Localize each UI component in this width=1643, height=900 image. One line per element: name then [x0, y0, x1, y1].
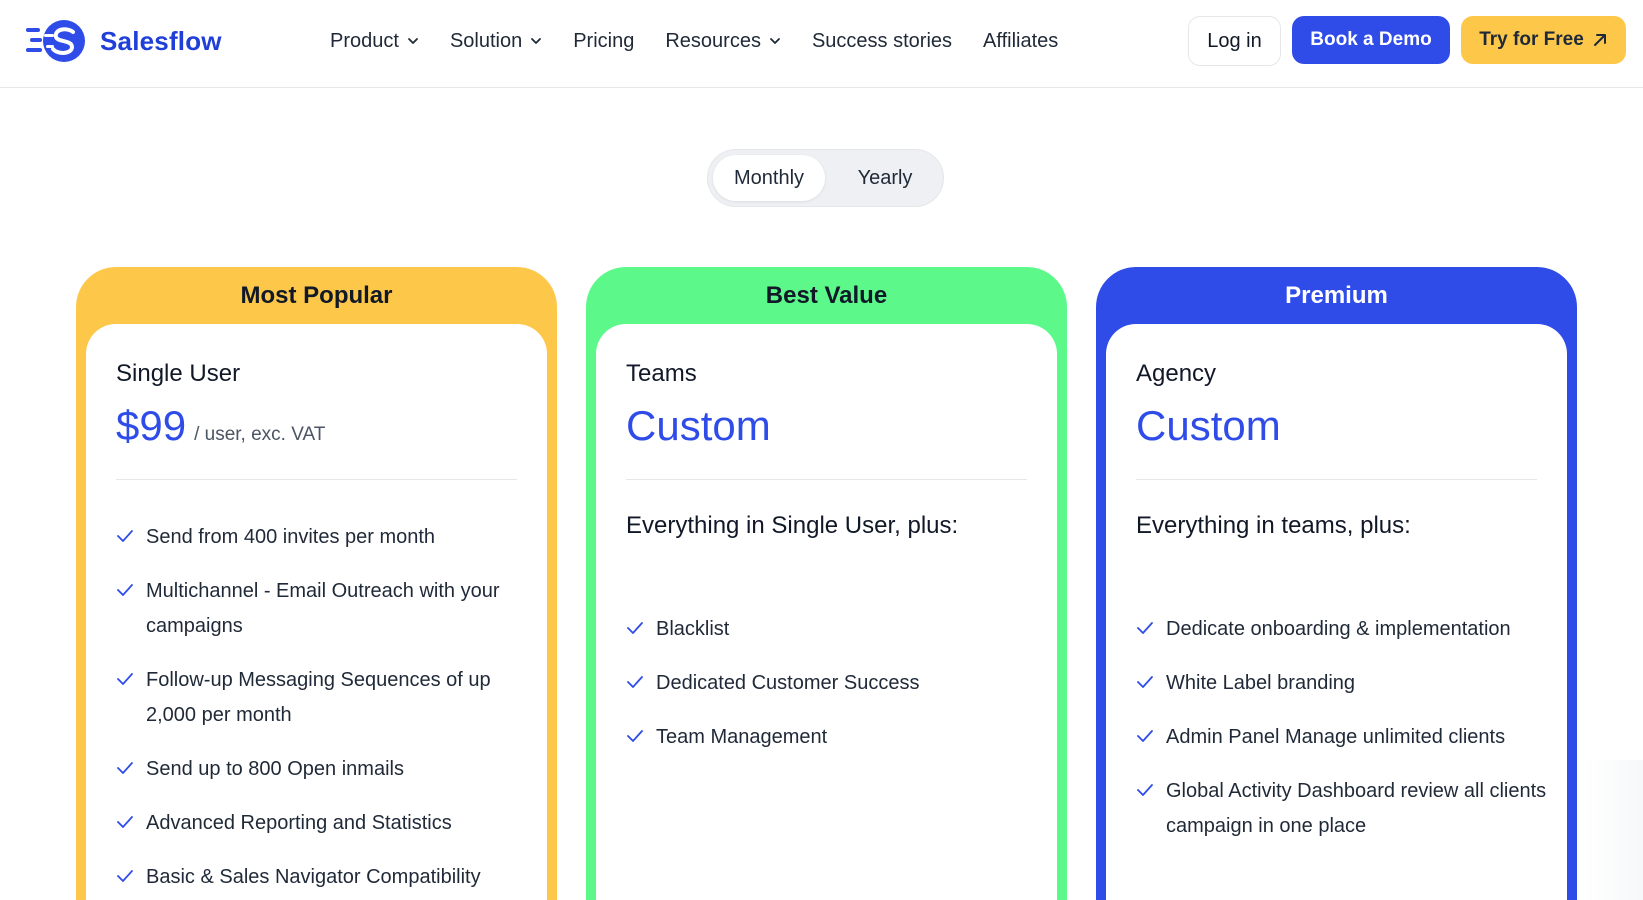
billing-option-monthly[interactable]: Monthly: [713, 155, 825, 201]
chevron-down-icon: [770, 38, 780, 44]
check-icon: [627, 622, 643, 634]
feature-item: Send from 400 invites per month: [116, 520, 527, 555]
plan-card-teams: Best Value Teams Custom Everything in Si…: [586, 267, 1067, 900]
feature-text: Send from 400 invites per month: [146, 526, 436, 548]
nav-item-label: Solution: [449, 29, 523, 52]
feature-item: White Label branding: [1136, 666, 1547, 701]
site-header: Salesflow Product Solution Pricing Resou…: [0, 0, 1643, 88]
plan-banner: Best Value: [765, 282, 888, 309]
feature-item: Admin Panel Manage unlimited clients: [1136, 720, 1547, 755]
check-icon: [1137, 676, 1153, 688]
price-note: / user, exc. VAT: [194, 424, 326, 445]
plan-name: Teams: [626, 360, 697, 387]
nav-item-success-stories[interactable]: Success stories: [812, 30, 952, 53]
feature-text: Basic & Sales Navigator Compatibility: [146, 866, 481, 888]
nav-item-product[interactable]: Product: [330, 30, 419, 53]
plan-card-body: Teams Custom Everything in Single User, …: [596, 324, 1057, 900]
feature-text: Send up to 800 Open inmails: [146, 758, 404, 780]
feature-item: Multichannel - Email Outreach with your …: [116, 574, 527, 644]
feature-item: Follow-up Messaging Sequences of up 2,00…: [116, 663, 527, 733]
scroll-edge-fade: [1583, 760, 1643, 900]
nav-item-label: Success stories: [811, 29, 953, 52]
try-free-button[interactable]: Try for Free: [1461, 16, 1626, 64]
nav-item-label: Affiliates: [983, 29, 1059, 52]
plan-card-agency: Premium Agency Custom Everything in team…: [1096, 267, 1577, 900]
check-icon: [1137, 622, 1153, 634]
check-icon: [117, 870, 133, 882]
feature-text: Advanced Reporting and Statistics: [146, 812, 452, 834]
plan-card-body: Single User $99 / user, exc. VAT Send fr…: [86, 324, 547, 900]
check-icon: [1137, 730, 1153, 742]
book-demo-button[interactable]: Book a Demo: [1292, 16, 1450, 64]
feature-text: Admin Panel Manage unlimited clients: [1166, 726, 1506, 748]
price-value: Custom: [1136, 402, 1281, 449]
feature-list: Dedicate onboarding & implementation Whi…: [1136, 612, 1547, 863]
feature-text: Dedicate onboarding & implementation: [1166, 618, 1511, 640]
feature-text: Multichannel - Email Outreach with your …: [146, 580, 500, 637]
feature-item: Send up to 800 Open inmails: [116, 752, 527, 787]
login-button[interactable]: Log in: [1188, 16, 1281, 66]
check-icon: [117, 584, 133, 596]
plan-banner: Most Popular: [240, 282, 393, 309]
plan-price: Custom: [1136, 402, 1281, 450]
check-icon: [627, 730, 643, 742]
plan-name: Single User: [116, 360, 241, 387]
check-icon: [117, 816, 133, 828]
divider: [116, 479, 517, 480]
check-icon: [117, 530, 133, 542]
nav-item-resources[interactable]: Resources: [665, 30, 781, 53]
plan-price: Custom: [626, 402, 771, 450]
feature-item: Advanced Reporting and Statistics: [116, 806, 527, 841]
feature-text: Dedicated Customer Success: [656, 672, 920, 694]
arrow-up-right-icon: [1593, 34, 1606, 46]
feature-text: White Label branding: [1166, 672, 1356, 694]
plan-banner: Premium: [1285, 282, 1388, 309]
feature-text: Team Management: [656, 726, 828, 748]
check-icon: [627, 676, 643, 688]
feature-item: Dedicated Customer Success: [626, 666, 1037, 701]
check-icon: [117, 673, 133, 685]
nav-item-label: Resources: [665, 29, 761, 52]
feature-text: Blacklist: [656, 618, 730, 640]
check-icon: [117, 762, 133, 774]
billing-option-yearly[interactable]: Yearly: [830, 155, 940, 201]
nav-item-solution[interactable]: Solution: [450, 30, 542, 53]
everything-plus-heading: Everything in Single User, plus:: [626, 512, 959, 539]
chevron-down-icon: [408, 38, 418, 44]
feature-item: Dedicate onboarding & implementation: [1136, 612, 1547, 647]
feature-item: Team Management: [626, 720, 1037, 755]
brand-name: Salesflow: [100, 25, 222, 56]
feature-text: Global Activity Dashboard review all cli…: [1166, 780, 1547, 837]
plan-card-body: Agency Custom Everything in teams, plus:…: [1106, 324, 1567, 900]
price-value: $99: [116, 402, 187, 449]
nav-item-label: Product: [330, 29, 399, 52]
brand-logo[interactable]: Salesflow: [26, 18, 222, 64]
try-free-label: Try for Free: [1479, 29, 1584, 50]
logo-mark-icon: [26, 20, 85, 62]
feature-item: Basic & Sales Navigator Compatibility: [116, 860, 527, 895]
everything-plus-heading: Everything in teams, plus:: [1136, 512, 1411, 539]
feature-list: Send from 400 invites per month Multicha…: [116, 520, 527, 900]
check-icon: [1137, 784, 1153, 796]
nav-item-pricing[interactable]: Pricing: [573, 30, 634, 53]
feature-text: Follow-up Messaging Sequences of up 2,00…: [146, 669, 491, 726]
feature-list: Blacklist Dedicated Customer Success Tea…: [626, 612, 1037, 774]
nav-item-label: Pricing: [573, 29, 635, 52]
chevron-down-icon: [531, 38, 542, 44]
main-nav: Product Solution Pricing Resources Succe…: [330, 0, 1089, 82]
feature-item: Global Activity Dashboard review all cli…: [1136, 774, 1547, 844]
billing-toggle: Monthly Yearly: [707, 149, 944, 207]
plan-name: Agency: [1136, 360, 1217, 387]
divider: [626, 479, 1027, 480]
nav-item-affiliates[interactable]: Affiliates: [983, 30, 1058, 53]
price-value: Custom: [626, 402, 771, 449]
plan-price: $99 / user, exc. VAT: [116, 402, 325, 450]
divider: [1136, 479, 1537, 480]
plan-card-single-user: Most Popular Single User $99 / user, exc…: [76, 267, 557, 900]
feature-item: Blacklist: [626, 612, 1037, 647]
